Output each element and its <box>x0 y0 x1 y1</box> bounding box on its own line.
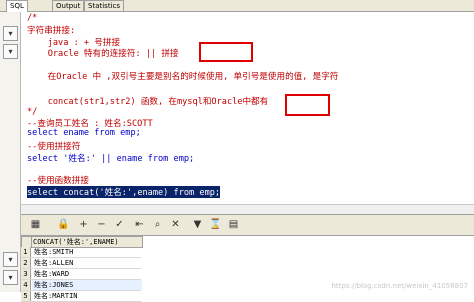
grid-toolbar: ▦ 🔒 + − ✓ ⇤ ⌕ ✕ ▼ ⌛ ▤ <box>21 214 474 236</box>
code-line: --使用拼接符 <box>27 142 81 152</box>
next-icon[interactable]: ▼ <box>191 218 204 231</box>
grid-icon[interactable]: ▦ <box>29 218 42 231</box>
watermark: https://blog.csdn.net/weixin_41058807 <box>331 282 468 290</box>
table-row[interactable]: 3 姓名:WARD <box>21 269 141 280</box>
clear-icon[interactable]: ✕ <box>169 218 182 231</box>
cell-value[interactable]: 姓名:JONES <box>32 280 142 290</box>
row-number-header <box>22 237 32 247</box>
code-line-selected: select concat('姓名:',ename) from emp; <box>27 186 221 198</box>
code-line: 在Oracle 中 ,双引号主要是别名的时候使用, 单引号是使用的值, 是字符 <box>27 72 339 82</box>
first-icon[interactable]: ⇤ <box>133 218 146 231</box>
row-number: 1 <box>21 247 31 257</box>
cell-value[interactable]: 姓名:SMITH <box>32 247 142 257</box>
code-line: /* <box>27 13 38 23</box>
row-number: 5 <box>21 291 31 301</box>
panel-button[interactable]: ▾ <box>3 26 18 41</box>
cell-value[interactable]: 姓名:MARTIN <box>32 291 142 301</box>
filter-icon[interactable]: ⌛ <box>209 218 222 231</box>
tab-bar: SQL Output Statistics <box>0 0 474 12</box>
row-number: 3 <box>21 269 31 279</box>
left-panel: ▾ ▾ ▾ ▾ <box>0 12 21 292</box>
tab-output[interactable]: Output <box>52 0 85 11</box>
table-row[interactable]: 2 姓名:ALLEN <box>21 258 141 269</box>
code-line: select '姓名:' || ename from emp; <box>27 154 195 164</box>
code-line: concat(str1,str2) 函数, 在mysql和Oracle中都有 <box>27 97 269 107</box>
code-line: 字符串拼接: <box>27 26 76 36</box>
post-icon[interactable]: ✓ <box>113 218 126 231</box>
lock-icon[interactable]: 🔒 <box>57 218 70 231</box>
cell-value[interactable]: 姓名:ALLEN <box>32 258 142 268</box>
code-line: */ <box>27 107 38 117</box>
find-icon[interactable]: ⌕ <box>151 218 164 231</box>
sql-editor[interactable]: /* 字符串拼接: java : + 号拼接 Oracle 特有的连接符: ||… <box>21 12 474 212</box>
highlight-box <box>199 42 253 62</box>
column-header[interactable]: CONCAT('姓名:',ENAME) <box>33 237 119 247</box>
cell-value[interactable]: 姓名:WARD <box>32 269 142 279</box>
table-row[interactable]: 4 姓名:JONES <box>21 280 142 291</box>
code-line: Oracle 特有的连接符: || 拼接 <box>27 49 179 59</box>
highlight-box <box>285 94 330 116</box>
panel-button[interactable]: ▾ <box>3 44 18 59</box>
export-icon[interactable]: ▤ <box>227 218 240 231</box>
panel-button[interactable]: ▾ <box>3 270 18 285</box>
tab-sql[interactable]: SQL <box>6 0 28 12</box>
panel-button[interactable]: ▾ <box>3 252 18 267</box>
table-row[interactable]: 5 姓名:MARTIN <box>21 291 141 302</box>
tab-statistics[interactable]: Statistics <box>84 0 124 11</box>
delete-row-icon[interactable]: − <box>95 218 108 231</box>
table-row[interactable]: 1 姓名:SMITH <box>21 247 141 258</box>
row-number: 4 <box>21 280 31 290</box>
row-number: 2 <box>21 258 31 268</box>
horizontal-scrollbar[interactable] <box>21 204 474 214</box>
add-row-icon[interactable]: + <box>77 218 90 231</box>
code-line: --使用函数拼接 <box>27 176 89 186</box>
code-line: select ename from emp; <box>27 128 141 138</box>
